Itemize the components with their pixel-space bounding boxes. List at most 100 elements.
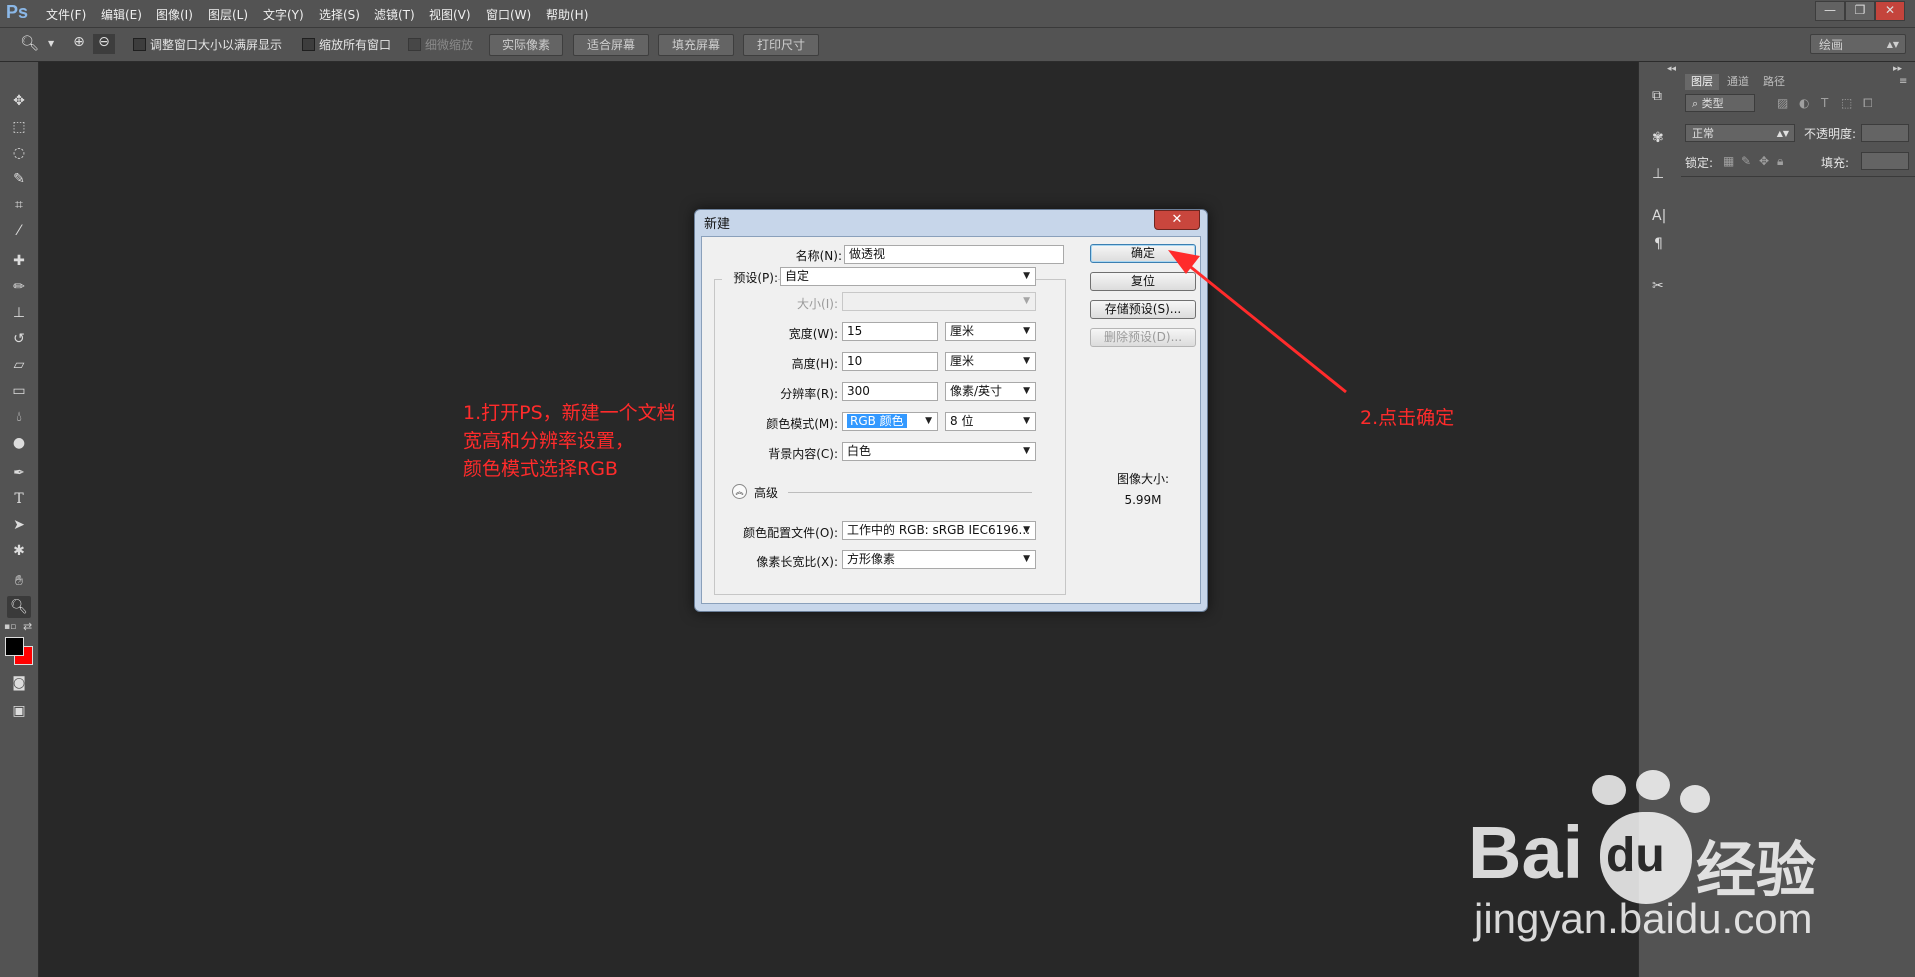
bit-depth-value: 8 位 xyxy=(950,414,974,428)
fill-input[interactable] xyxy=(1861,152,1909,170)
layer-filter-select[interactable]: ⌕ 类型 xyxy=(1685,94,1755,112)
menu-type[interactable]: 文字(Y) xyxy=(263,6,304,23)
width-input[interactable]: 15 xyxy=(842,322,938,341)
blend-mode-select[interactable]: 正常 ▲▼ xyxy=(1685,124,1795,142)
move-icon[interactable]: ✥ xyxy=(7,90,31,112)
color-mode-select[interactable]: RGB 颜色 ▼ xyxy=(842,412,938,431)
panel-menu-icon[interactable]: ≡ xyxy=(1899,76,1907,87)
workspace-select[interactable]: 绘画 ▲▼ xyxy=(1810,34,1906,54)
crop-icon[interactable]: ⌗ xyxy=(7,194,31,216)
pixel-aspect-select[interactable]: 方形像素 ▼ xyxy=(842,550,1036,569)
menu-file[interactable]: 文件(F) xyxy=(46,6,86,23)
screen-mode-icon[interactable]: ▣ xyxy=(7,700,31,722)
tool-presets-icon[interactable]: ✂ xyxy=(1652,278,1664,294)
paragraph-panel-icon[interactable]: ¶ xyxy=(1654,236,1663,252)
eyedropper-icon[interactable]: ⁄ xyxy=(7,220,31,242)
tab-paths[interactable]: 路径 xyxy=(1757,74,1791,90)
foreground-color-swatch[interactable] xyxy=(5,637,24,656)
lock-position-icon[interactable]: ✥ xyxy=(1759,154,1769,168)
minimize-button[interactable]: — xyxy=(1815,1,1845,21)
fill-screen-button[interactable]: 填充屏幕 xyxy=(658,34,734,56)
filter-smart-object-icon[interactable]: ⧠ xyxy=(1863,96,1873,111)
marquee-icon[interactable]: ⬚ xyxy=(7,116,31,138)
width-unit-select[interactable]: 厘米 ▼ xyxy=(945,322,1036,341)
opacity-input[interactable] xyxy=(1861,124,1909,142)
resolution-label: 分辨率(R): xyxy=(780,387,838,401)
character-panel-icon[interactable]: A| xyxy=(1652,208,1666,224)
healing-icon[interactable]: ✚ xyxy=(7,250,31,272)
shape-icon[interactable]: ✱ xyxy=(7,540,31,562)
color-profile-value: 工作中的 RGB: sRGB IEC6196... xyxy=(847,523,1030,537)
menu-layer[interactable]: 图层(L) xyxy=(208,6,248,23)
menu-view[interactable]: 视图(V) xyxy=(429,6,471,23)
name-input[interactable]: 做透视 xyxy=(844,245,1064,264)
color-mode-chevron-icon: ▼ xyxy=(925,416,932,426)
fit-screen-button[interactable]: 适合屏幕 xyxy=(573,34,649,56)
collapse-panel-icon[interactable]: ▸▸ xyxy=(1893,64,1902,74)
close-window-button[interactable]: ✕ xyxy=(1875,1,1905,21)
resolution-input[interactable]: 300 xyxy=(842,382,938,401)
zoom-in-icon[interactable]: ⊕ xyxy=(68,34,90,54)
default-colors-icon[interactable]: ▪▫ xyxy=(4,622,16,632)
advanced-toggle-icon[interactable]: ︽ xyxy=(732,484,747,499)
height-input[interactable]: 10 xyxy=(842,352,938,371)
width-label: 宽度(W): xyxy=(788,327,838,341)
blur-icon[interactable]: 💧︎ xyxy=(7,406,31,428)
preset-select[interactable]: 自定 ▼ xyxy=(780,267,1036,286)
pen-icon[interactable]: ✒ xyxy=(7,462,31,484)
quick-select-icon[interactable]: ✎ xyxy=(7,168,31,190)
type-icon[interactable]: T xyxy=(7,488,31,510)
lock-image-icon[interactable]: ✎ xyxy=(1741,154,1751,168)
filter-type-icon[interactable]: T xyxy=(1821,96,1828,110)
brush-icon[interactable]: ✏ xyxy=(7,276,31,298)
hand-icon[interactable]: ✋︎ xyxy=(7,570,31,592)
restore-button[interactable]: ❐ xyxy=(1845,1,1875,21)
resolution-unit-select[interactable]: 像素/英寸 ▼ xyxy=(945,382,1036,401)
color-profile-select[interactable]: 工作中的 RGB: sRGB IEC6196... ▼ xyxy=(842,521,1036,540)
scrubby-zoom-label: 细微缩放 xyxy=(425,38,474,52)
stamp-icon[interactable]: ⊥ xyxy=(7,302,31,324)
swap-colors-icon[interactable]: ⇄ xyxy=(23,620,32,633)
actual-pixels-button[interactable]: 实际像素 xyxy=(489,34,563,56)
history-brush-icon[interactable]: ↺ xyxy=(7,328,31,350)
advanced-divider xyxy=(788,492,1032,493)
print-size-button[interactable]: 打印尺寸 xyxy=(743,34,819,56)
size-select[interactable]: ▼ xyxy=(842,292,1036,311)
filter-adjustment-icon[interactable]: ◐ xyxy=(1799,96,1809,110)
menu-help[interactable]: 帮助(H) xyxy=(546,6,588,23)
resize-windows-checkbox[interactable] xyxy=(133,38,146,51)
tab-layers[interactable]: 图层 xyxy=(1685,74,1719,90)
menu-select[interactable]: 选择(S) xyxy=(319,6,360,23)
zoom-icon[interactable]: 🔍︎ xyxy=(7,596,31,618)
menu-edit[interactable]: 编辑(E) xyxy=(101,6,142,23)
dialog-close-icon[interactable]: ✕ xyxy=(1154,210,1200,230)
history-panel-icon[interactable]: ⧉ xyxy=(1652,88,1662,104)
clone-source-icon[interactable]: ⊥ xyxy=(1652,166,1664,182)
menu-filter[interactable]: 滤镜(T) xyxy=(374,6,415,23)
lock-all-icon[interactable]: 🔒︎ xyxy=(1777,154,1783,169)
scrubby-zoom-checkbox[interactable] xyxy=(408,38,421,51)
bit-depth-select[interactable]: 8 位 ▼ xyxy=(945,412,1036,431)
preset-chevron-icon: ▼ xyxy=(1023,271,1030,281)
lock-transparent-icon[interactable]: ▦ xyxy=(1723,154,1734,168)
zoom-tool-icon[interactable]: 🔍︎ xyxy=(20,34,39,52)
filter-shape-icon[interactable]: ⬚ xyxy=(1841,96,1852,110)
zoom-out-icon[interactable]: ⊖ xyxy=(93,34,115,54)
filter-pixel-icon[interactable]: ▨ xyxy=(1777,96,1788,110)
quick-mask-icon[interactable]: ◙ xyxy=(7,672,31,694)
menu-image[interactable]: 图像(I) xyxy=(156,6,193,23)
gradient-icon[interactable]: ▭ xyxy=(7,380,31,402)
path-select-icon[interactable]: ➤ xyxy=(7,514,31,536)
background-contents-select[interactable]: 白色 ▼ xyxy=(842,442,1036,461)
eraser-icon[interactable]: ▱ xyxy=(7,354,31,376)
workspace-chevron-icon: ▲▼ xyxy=(1886,40,1899,49)
height-unit-select[interactable]: 厘米 ▼ xyxy=(945,352,1036,371)
tool-preset-chevron-icon[interactable]: ▼ xyxy=(48,39,54,48)
dodge-icon[interactable]: ● xyxy=(7,432,31,454)
lasso-icon[interactable]: ◌ xyxy=(7,142,31,164)
zoom-all-checkbox[interactable] xyxy=(302,38,315,51)
brush-presets-icon[interactable]: ✾ xyxy=(1652,130,1664,146)
tab-channels[interactable]: 通道 xyxy=(1721,74,1755,90)
collapse-dock-icon[interactable]: ◂◂ xyxy=(1667,64,1676,74)
menu-window[interactable]: 窗口(W) xyxy=(486,6,531,23)
